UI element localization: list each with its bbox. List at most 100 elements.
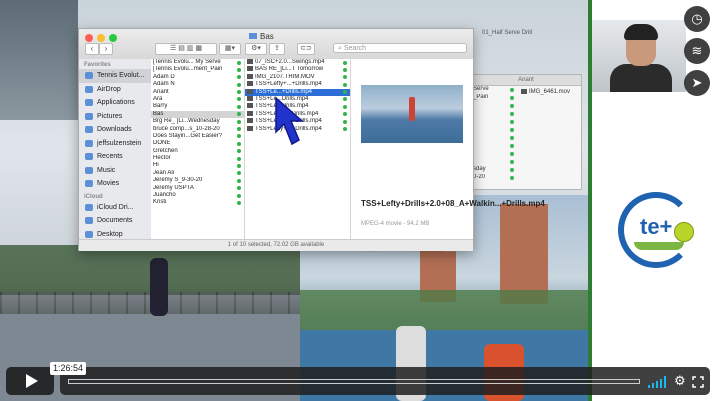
folder-row[interactable]: 0-20: [471, 174, 517, 182]
sync-status-icon: [237, 200, 241, 205]
folder-row[interactable]: Jean Ali: [151, 170, 244, 177]
video-frame: Anant Serve _Pain sday 0-20 IMG_6461.mov 01…: [0, 0, 716, 401]
finder-column-folders: [Tennis Evolu... My Serve [Tennis Evolu..…: [151, 59, 245, 239]
sidebar-item[interactable]: Pictures: [79, 110, 151, 124]
finder-preview-pane: TSS+Lefty+Drills+2.0+08_A+Walkin...+Dril…: [351, 59, 545, 254]
sidebar-item[interactable]: jeffsulzenstein: [79, 137, 151, 151]
sync-status-icon: [237, 127, 241, 132]
sidebar-item[interactable]: AirDrop: [79, 83, 151, 97]
sidebar-item[interactable]: Downloads: [79, 123, 151, 137]
folder-icon: [85, 180, 93, 187]
sync-status-icon: [237, 171, 241, 176]
folder-row-label: [Tennis Evolu...ment_Pain: [153, 66, 223, 73]
folder-row[interactable]: Hector: [151, 155, 244, 162]
folder-row[interactable]: Jeremy USPTA: [151, 185, 244, 192]
tennis-player-left: [150, 258, 168, 316]
sync-status-icon: [343, 97, 347, 102]
folder-icon: [85, 112, 93, 120]
settings-icon[interactable]: ⚙: [674, 374, 686, 388]
sidebar-item[interactable]: iCloud Dri...: [79, 201, 151, 215]
finder2-file[interactable]: IMG_6461.mov: [517, 86, 574, 182]
sidebar-item-label: iCloud Dri...: [97, 203, 134, 211]
folder-row[interactable]: DONE: [151, 140, 244, 147]
search-input[interactable]: ⌕ Search: [333, 43, 467, 53]
file-row[interactable]: IMG_2107.TRIM.MOV: [245, 73, 350, 81]
folder-icon: [85, 139, 93, 147]
file-row[interactable]: TSS+Le...+Drills.mp4: [245, 88, 350, 96]
folder-row[interactable]: Serve: [471, 86, 517, 94]
sync-status-icon: [237, 134, 241, 139]
sidebar-item[interactable]: Music: [79, 164, 151, 178]
volume-icon[interactable]: [648, 376, 666, 388]
folder-row[interactable]: [Tennis Evolu...ment_Pain: [151, 66, 244, 73]
folder-row[interactable]: [471, 142, 517, 150]
watch-later-button[interactable]: ◷: [684, 6, 710, 32]
finder-sidebar: Favorites Tennis Evolut... AirDrop Applica…: [79, 59, 152, 239]
sidebar-item[interactable]: Recents: [79, 150, 151, 164]
folder-row[interactable]: Ara: [151, 96, 244, 103]
sync-status-icon: [510, 87, 514, 92]
folder-row[interactable]: Barry: [151, 103, 244, 110]
fullscreen-icon[interactable]: [692, 376, 704, 388]
sidebar-item-label: Movies: [97, 180, 120, 187]
sidebar-item[interactable]: Movies: [79, 177, 151, 191]
folder-row-label: DONE: [153, 140, 171, 147]
folder-row[interactable]: Kristi: [151, 199, 244, 206]
sync-status-icon: [237, 141, 241, 146]
folder-row[interactable]: Adam N: [151, 81, 244, 88]
folder-row[interactable]: Juancho: [151, 192, 244, 199]
folder-row[interactable]: _Pain: [471, 94, 517, 102]
sidebar-item[interactable]: Documents: [79, 214, 151, 228]
sidebar-item[interactable]: Tennis Evolut...: [79, 69, 151, 83]
folder-row[interactable]: [471, 110, 517, 118]
background-building: [500, 204, 548, 304]
folder-row[interactable]: Brg Re_ [Li...Wednesday: [151, 118, 244, 125]
sync-status-icon: [237, 112, 241, 117]
sidebar-item-label: Downloads: [97, 126, 132, 133]
sidebar-item[interactable]: Applications: [79, 96, 151, 110]
progress-bar[interactable]: [68, 379, 640, 384]
folder-row[interactable]: Anant: [151, 89, 244, 96]
folder-row[interactable]: Does Stayin...Get Easier?: [151, 133, 244, 140]
tag-button[interactable]: ⊂⊃: [297, 43, 315, 55]
share-video-button[interactable]: ➤: [684, 70, 710, 96]
folder-row-label: Adam N: [153, 81, 175, 88]
folder-row-label: Jean Ali: [153, 169, 175, 176]
file-row[interactable]: TSS+Lefty+...+Drills.mp4: [245, 81, 350, 88]
share-button[interactable]: ⇪: [269, 43, 285, 55]
action-gear-button[interactable]: ⚙▾: [245, 43, 267, 55]
group-button[interactable]: ▦▾: [219, 43, 241, 55]
folder-row[interactable]: bruce comp...s_10-28-20: [151, 126, 244, 133]
zoom-window-button[interactable]: [109, 34, 117, 42]
folder-row[interactable]: Jeremy S_9-30-20: [151, 177, 244, 184]
webcam-presenter: [592, 20, 686, 92]
file-row[interactable]: 07_ISC+2.0...Swings.mp4: [245, 59, 350, 66]
folder-row[interactable]: Hi: [151, 162, 244, 169]
preview-file-name: TSS+Lefty+Drills+2.0+08_A+Walkin...+Dril…: [361, 199, 545, 208]
forward-button[interactable]: ›: [99, 43, 113, 55]
folder-row[interactable]: Adam D: [151, 74, 244, 81]
minimize-window-button[interactable]: [97, 34, 105, 42]
view-mode-segmented[interactable]: ☰ ▤ ▥ ▦: [155, 43, 217, 55]
folder-row[interactable]: [471, 102, 517, 110]
folder-icon: [85, 166, 93, 174]
folder-row-label: Gretchen: [153, 147, 178, 154]
folder-row[interactable]: [471, 118, 517, 126]
folder-row[interactable]: [471, 126, 517, 134]
folder-row[interactable]: [Tennis Evolu... My Serve: [151, 59, 244, 66]
logo-swoosh: [634, 242, 684, 250]
back-button[interactable]: ‹: [85, 43, 99, 55]
close-window-button[interactable]: [85, 34, 93, 42]
folder-row[interactable]: [471, 134, 517, 142]
folder-row[interactable]: [471, 158, 517, 166]
folder-row[interactable]: Gretchen: [151, 148, 244, 155]
sidebar-item-label: AirDrop: [97, 85, 121, 93]
file-row[interactable]: BAS RE_[Li...T Tomorrow: [245, 66, 350, 73]
collections-button[interactable]: ≋: [684, 38, 710, 64]
play-button[interactable]: [6, 367, 54, 395]
folder-row[interactable]: [471, 150, 517, 158]
sync-status-icon: [343, 82, 347, 87]
folder-row[interactable]: Bas: [151, 110, 244, 119]
folder-row[interactable]: sday: [471, 166, 517, 174]
video-thumbnail[interactable]: [361, 85, 463, 143]
